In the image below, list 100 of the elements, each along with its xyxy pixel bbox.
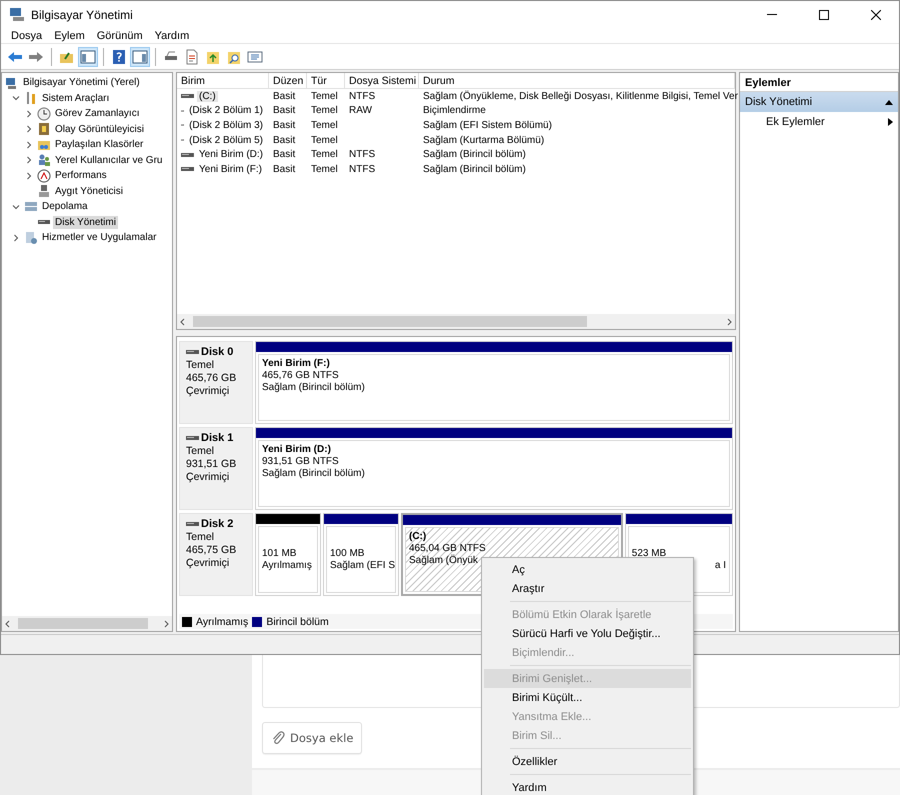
close-icon: [871, 10, 881, 20]
partition-title: (C:): [409, 531, 428, 542]
disk-size: 465,75 GB: [186, 544, 238, 556]
table-cell-text: Temel: [310, 90, 339, 102]
scroll-left-icon: [4, 620, 11, 628]
table-cell-text: Basit: [272, 120, 296, 131]
disk-status: Çevrimiçi: [186, 557, 230, 569]
services-icon: [24, 230, 38, 245]
column-header[interactable]: Tür: [307, 73, 345, 88]
tree-item[interactable]: Bilgisayar Yönetimi (Yerel): [21, 76, 142, 90]
disk-size: 931,51 GB: [186, 458, 238, 470]
properties-list-icon: [247, 48, 263, 64]
menu-item[interactable]: Dosya: [5, 28, 48, 44]
legend-label: Birincil bölüm: [266, 616, 329, 628]
partition-size: 465,04 GB NTFS: [409, 543, 487, 554]
table-cell-text: Basit: [272, 164, 296, 175]
tree-item[interactable]: Performans: [53, 169, 109, 182]
column-header[interactable]: Düzen: [269, 73, 307, 88]
drive-icon: [181, 166, 194, 172]
partition-size: 931,51 GB NTFS: [262, 456, 340, 467]
disk-type: Temel: [186, 445, 216, 457]
tree-item[interactable]: Olay Görüntüleyicisi: [53, 122, 146, 136]
tree-item[interactable]: Görev Zamanlayıcı: [53, 107, 142, 120]
disk-name: Disk 1: [201, 432, 234, 444]
table-cell-text: NTFS: [348, 164, 376, 175]
table-cell-text: NTFS: [348, 149, 376, 160]
partition-status: a I: [714, 560, 726, 571]
tree-item[interactable]: Hizmetler ve Uygulamalar: [40, 231, 158, 244]
table-cell-text: Temel: [310, 164, 339, 175]
column-header[interactable]: Dosya Sistemi: [345, 73, 419, 88]
partition-size: 465,76 GB NTFS: [262, 370, 340, 381]
tree-item[interactable]: Paylaşılan Klasörler: [53, 138, 146, 152]
context-menu-item[interactable]: Özellikler: [484, 752, 691, 771]
context-menu-item[interactable]: Sürücü Harfi ve Yolu Değiştir...: [484, 624, 691, 643]
tree-item[interactable]: Sistem Araçları: [40, 92, 112, 105]
disk-name: Disk 0: [201, 346, 234, 358]
table-cell-text: Basit: [272, 149, 296, 160]
partition-size: 100 MB: [330, 548, 366, 559]
attach-file-button[interactable]: Dosya ekle: [262, 722, 362, 754]
table-cell-text: Biçimlendirme: [422, 105, 487, 116]
column-header[interactable]: Durum: [419, 73, 735, 88]
collapse-triangle-icon: [885, 100, 893, 104]
context-menu-item[interactable]: Birimi Küçült...: [484, 688, 691, 707]
tree-pane-button[interactable]: [78, 46, 98, 66]
action-item[interactable]: Ek Eylemler: [740, 112, 898, 132]
partition-title: Yeni Birim (F:): [262, 358, 331, 369]
partition-status: Ayrılmamış: [262, 560, 313, 571]
partition-status: Sağlam (Birincil bölüm): [262, 382, 366, 393]
drive-icon: [181, 93, 194, 100]
volume-name[interactable]: (Disk 2 Bölüm 1): [187, 105, 265, 116]
partition-status: Sağlam (Birincil bölüm): [262, 468, 366, 479]
table-cell-text: Temel: [310, 149, 339, 160]
legend-label: Ayrılmamış: [196, 616, 248, 628]
partition-block[interactable]: 100 MB Sağlam (EFI S: [323, 513, 399, 596]
menu-item[interactable]: Eylem: [48, 28, 91, 44]
table-cell-text: Temel: [310, 120, 339, 131]
scroll-left-icon: [179, 318, 186, 326]
disk-type: Temel: [186, 359, 216, 371]
scroll-right-icon: [163, 620, 170, 628]
submenu-triangle-icon: [888, 118, 893, 126]
partition-status: Sağlam (Önyük: [409, 555, 479, 566]
column-header[interactable]: Birim: [177, 73, 269, 88]
tree-item[interactable]: Disk Yönetimi: [53, 216, 118, 229]
computer-icon: [5, 76, 19, 90]
volume-name[interactable]: (C:): [197, 90, 218, 102]
device-icon: [37, 184, 51, 198]
actions-section-header[interactable]: Disk Yönetimi: [740, 92, 898, 112]
horizontal-scrollbar[interactable]: [177, 314, 735, 329]
action-pane-button[interactable]: [130, 46, 150, 66]
disk-status: Çevrimiçi: [186, 471, 230, 483]
volume-name[interactable]: Yeni Birim (D:): [196, 149, 265, 160]
computer-icon: [9, 7, 25, 22]
partition-block[interactable]: Yeni Birim (F:) 465,76 GB NTFS Sağlam (Birincil bölüm): [255, 341, 733, 424]
partition-block[interactable]: 101 MB Ayrılmamış: [255, 513, 321, 596]
scroll-right-icon: [726, 318, 733, 326]
tree-item[interactable]: Yerel Kullanıcılar ve Gru: [53, 154, 164, 167]
volume-name[interactable]: (Disk 2 Bölüm 3): [187, 120, 265, 131]
menu-item[interactable]: Görünüm: [90, 28, 149, 44]
paperclip-icon: [271, 730, 285, 746]
partition-block[interactable]: Yeni Birim (D:) 931,51 GB NTFS Sağlam (Birincil bölüm): [255, 427, 733, 510]
event-log-icon: [37, 122, 51, 136]
table-cell-text: RAW: [348, 105, 373, 116]
disk-status: Çevrimiçi: [186, 385, 230, 397]
tree-item[interactable]: Depolama: [40, 200, 90, 214]
menu-item[interactable]: Yardım: [148, 28, 196, 44]
tree-pane-icon: [80, 48, 96, 64]
chevron-down-icon: [12, 202, 20, 211]
clock-icon: [37, 106, 51, 121]
document-icon: [184, 48, 200, 64]
performance-icon: [37, 168, 51, 183]
users-icon: [37, 153, 51, 168]
table-cell-text: Temel: [310, 105, 339, 116]
partition-status: Sağlam (EFI S: [330, 560, 392, 571]
volume-name[interactable]: Yeni Birim (F:): [197, 164, 264, 175]
volume-name[interactable]: (Disk 2 Bölüm 5): [187, 134, 265, 146]
disk-size: 465,76 GB: [186, 372, 238, 384]
table-cell-text: Sağlam (Birincil bölüm): [422, 149, 527, 160]
tree-item[interactable]: Aygıt Yöneticisi: [53, 184, 126, 198]
horizontal-scrollbar[interactable]: [2, 616, 172, 631]
table-cell-text: Sağlam (Birincil bölüm): [422, 164, 527, 175]
